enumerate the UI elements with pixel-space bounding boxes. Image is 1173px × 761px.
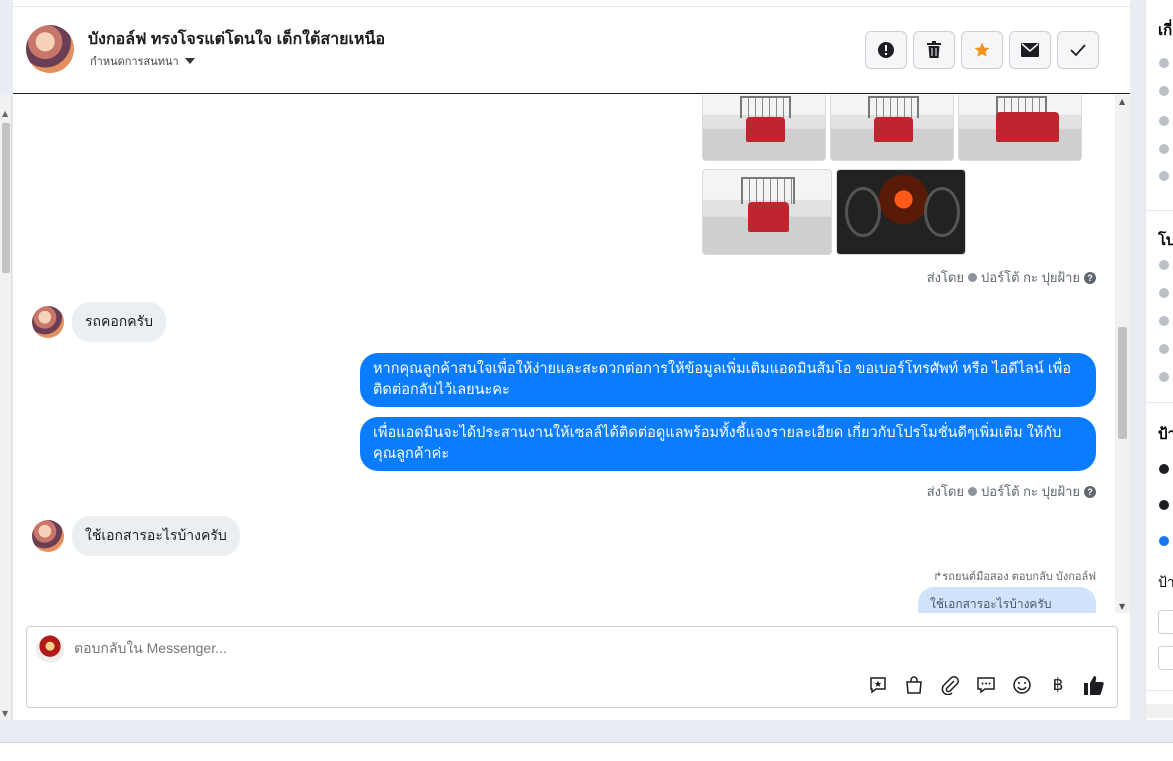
mark-unread-button[interactable] bbox=[1009, 31, 1051, 69]
car-photo-1[interactable] bbox=[702, 95, 826, 161]
scroll-up-arrow-icon[interactable]: ▲ bbox=[1119, 97, 1125, 106]
info-icon bbox=[1159, 171, 1169, 181]
label-icon[interactable] bbox=[1159, 500, 1169, 510]
truck-rack bbox=[739, 95, 791, 118]
check-icon bbox=[1070, 44, 1086, 57]
incoming-message: รถคอกครับ bbox=[32, 302, 167, 342]
conversation-header: บังกอล์ฟ ทรงโจรแต่โดนใจ เด็กใต้สายเหนือ … bbox=[13, 6, 1130, 94]
like-icon[interactable] bbox=[1083, 674, 1105, 696]
info-icon bbox=[1159, 116, 1169, 126]
outgoing-bubble[interactable]: เพื่อแอดมินจะได้ประสานงานให้เซลล์ได้ติดต… bbox=[360, 417, 1096, 471]
thread-scrollbar[interactable]: ▲ ▼ bbox=[1115, 95, 1130, 613]
emoji-icon[interactable] bbox=[1011, 674, 1033, 696]
incoming-bubble[interactable]: ใช้เอกสารอะไรบ้างครับ bbox=[72, 516, 240, 556]
divider bbox=[1146, 402, 1173, 403]
star-button[interactable] bbox=[961, 31, 1003, 69]
bottom-strip bbox=[0, 742, 1173, 761]
truck-body bbox=[745, 116, 785, 142]
gauge bbox=[924, 186, 960, 238]
verified-icon bbox=[968, 487, 978, 496]
truck-body bbox=[747, 201, 789, 233]
page-scrollbar[interactable]: ▲ ▼ bbox=[0, 95, 12, 720]
car-photo-2[interactable] bbox=[830, 95, 954, 161]
divider bbox=[1146, 690, 1173, 691]
sidebar-heading: ป้า bbox=[1158, 426, 1173, 443]
sent-by-agent: ปอร์โต้ กะ ปุยฝ้าย bbox=[981, 270, 1080, 285]
info-icon bbox=[1159, 144, 1169, 154]
conversation-panel: บังกอล์ฟ ทรงโจรแต่โดนใจ เด็กใต้สายเหนือ … bbox=[13, 0, 1130, 720]
sidebar-field[interactable] bbox=[1158, 646, 1173, 670]
incoming-bubble[interactable]: รถคอกครับ bbox=[72, 302, 167, 342]
contact-name[interactable]: บังกอล์ฟ ทรงโจรแต่โดนใจ เด็กใต้สายเหนือ bbox=[88, 27, 385, 52]
header-actions bbox=[865, 31, 1099, 69]
verified-icon bbox=[968, 273, 978, 282]
info-icon bbox=[1159, 58, 1169, 68]
sidebar-heading: เกี่ bbox=[1158, 22, 1173, 39]
page-avatar bbox=[36, 635, 64, 663]
conversation-schedule-dropdown[interactable]: กำหนดการสนทนา bbox=[90, 52, 195, 70]
location-icon bbox=[1159, 372, 1169, 382]
delete-button[interactable] bbox=[913, 31, 955, 69]
scroll-up-arrow-icon[interactable]: ▲ bbox=[2, 109, 8, 118]
caret-down-icon bbox=[184, 58, 195, 64]
alert-icon bbox=[878, 42, 894, 58]
attachment-icon[interactable] bbox=[939, 674, 961, 696]
star-icon bbox=[974, 42, 990, 57]
incoming-message: ใช้เอกสารอะไรบ้างครับ bbox=[32, 516, 240, 556]
sent-by-prefix: ส่งโดย bbox=[926, 484, 965, 499]
sent-by-label: ส่งโดย ปอร์โต้ กะ ปุยฝ้าย ? bbox=[927, 267, 1096, 288]
truck-rack bbox=[867, 95, 919, 118]
contact-avatar-small[interactable] bbox=[32, 306, 64, 338]
mail-icon bbox=[1021, 43, 1039, 57]
sent-by-label: ส่งโดย ปอร์โต้ กะ ปุยฝ้าย ? bbox=[927, 481, 1096, 502]
briefcase-icon bbox=[1159, 288, 1169, 298]
car-photo-3[interactable] bbox=[958, 95, 1082, 161]
sidebar-heading: ป้า bbox=[1158, 574, 1173, 590]
thread-scrollbar-thumb[interactable] bbox=[1118, 327, 1127, 439]
page-scrollbar-thumb[interactable] bbox=[2, 123, 10, 273]
sent-by-prefix: ส่งโดย bbox=[926, 270, 965, 285]
location-icon bbox=[1159, 344, 1169, 354]
reply-composer: ฿ bbox=[26, 626, 1118, 708]
conversation-schedule-label: กำหนดการสนทนา bbox=[90, 56, 179, 68]
help-icon[interactable]: ? bbox=[1084, 485, 1096, 498]
graduation-icon bbox=[1159, 316, 1169, 326]
scroll-down-arrow-icon[interactable]: ▼ bbox=[2, 709, 8, 718]
car-photo-dashboard[interactable] bbox=[836, 169, 966, 255]
car-photo-4[interactable] bbox=[702, 169, 832, 255]
mark-done-button[interactable] bbox=[1057, 31, 1099, 69]
baht-icon[interactable]: ฿ bbox=[1047, 674, 1069, 696]
reply-note: ↱รถยนต์มือสอง ตอบกลับ บังกอล์ฟ bbox=[933, 571, 1096, 583]
message-thread[interactable]: ส่งโดย ปอร์โต้ กะ ปุยฝ้าย ? รถคอกครับ หา… bbox=[13, 95, 1130, 613]
customer-info-sidebar: เกี่ โบ ป้า ป้า bbox=[1145, 0, 1173, 720]
label-icon[interactable] bbox=[1159, 536, 1169, 546]
shop-bag-icon[interactable] bbox=[903, 674, 925, 696]
quoted-reply-bubble[interactable]: ใช้เอกสารอะไรบ้างครับ bbox=[918, 587, 1096, 613]
trash-icon bbox=[927, 41, 941, 58]
sidebar-heading: โบ bbox=[1158, 232, 1173, 249]
report-spam-button[interactable] bbox=[865, 31, 907, 69]
truck-rack bbox=[741, 176, 796, 204]
chat-icon[interactable] bbox=[975, 674, 997, 696]
contact-avatar[interactable] bbox=[26, 25, 74, 73]
divider bbox=[1146, 210, 1173, 211]
truck-body bbox=[995, 112, 1060, 142]
saved-reply-icon[interactable] bbox=[867, 674, 889, 696]
composer-tools: ฿ bbox=[867, 674, 1105, 696]
outgoing-bubble[interactable]: หากคุณลูกค้าสนใจเพื่อให้ง่ายและสะดวกต่อก… bbox=[360, 353, 1096, 407]
scroll-down-arrow-icon[interactable]: ▼ bbox=[1119, 602, 1125, 611]
reply-input[interactable] bbox=[74, 640, 774, 656]
contact-avatar-small[interactable] bbox=[32, 520, 64, 552]
gauge bbox=[844, 186, 881, 238]
info-icon bbox=[1159, 86, 1169, 96]
truck-body bbox=[873, 116, 913, 142]
label-icon[interactable] bbox=[1159, 464, 1169, 474]
sidebar-field[interactable] bbox=[1158, 610, 1173, 634]
clock-icon bbox=[1159, 260, 1169, 270]
help-icon[interactable]: ? bbox=[1084, 271, 1096, 284]
sent-by-agent: ปอร์โต้ กะ ปุยฝ้าย bbox=[981, 484, 1080, 499]
sidebar-horizontal-scrollbar[interactable] bbox=[1146, 704, 1173, 718]
